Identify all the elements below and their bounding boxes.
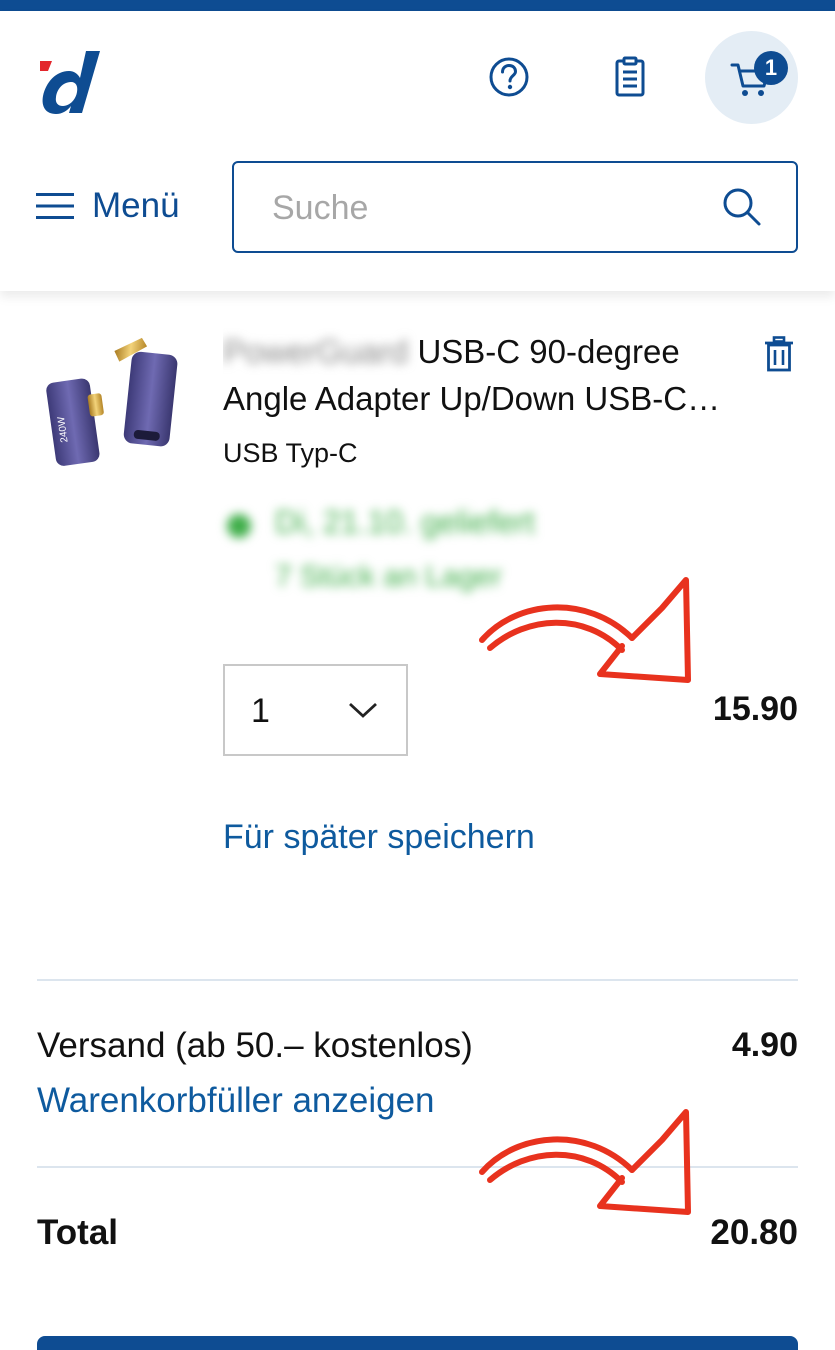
shipping-label: Versand (ab 50.– kostenlos) [37, 1026, 473, 1065]
search-box [232, 161, 798, 253]
help-icon[interactable] [487, 55, 531, 99]
clipboard-list-icon[interactable] [608, 55, 652, 99]
delivery-date: Di, 21.10. geliefert [275, 504, 535, 540]
item-price: 15.90 [712, 690, 798, 728]
quantity-select[interactable]: 1 [223, 664, 408, 756]
cart-button[interactable]: 1 [705, 31, 798, 124]
menu-button[interactable]: Menü [36, 186, 180, 226]
cart-count-badge: 1 [754, 51, 788, 85]
annotation-arrow [479, 577, 691, 683]
top-accent-bar [0, 0, 835, 11]
trash-icon[interactable] [763, 336, 795, 372]
menu-label: Menü [92, 186, 180, 225]
quantity-value: 1 [251, 692, 270, 730]
hamburger-icon [36, 193, 74, 219]
total-label: Total [37, 1213, 119, 1252]
search-input[interactable] [272, 183, 702, 233]
total-value: 20.80 [710, 1213, 798, 1252]
product-image[interactable]: 240W [40, 335, 190, 475]
annotation-arrow [479, 1109, 691, 1215]
site-header: 1 Menü [0, 11, 835, 291]
product-brand: PowerGuard [223, 333, 409, 370]
save-for-later-link[interactable]: Für später speichern [223, 818, 535, 857]
product-title[interactable]: PowerGuard USB-C 90-degree Angle Adapter… [223, 328, 733, 422]
divider [37, 1166, 798, 1168]
chevron-down-icon [349, 702, 377, 718]
stock-count: 7 Stück an Lager [275, 560, 502, 593]
divider [37, 979, 798, 981]
shipping-value: 4.90 [731, 1026, 798, 1064]
stock-status-dot [227, 514, 251, 538]
digitec-logo[interactable] [36, 49, 102, 115]
checkout-button[interactable] [37, 1336, 798, 1350]
cart-filler-link[interactable]: Warenkorbfüller anzeigen [37, 1081, 435, 1121]
search-icon[interactable] [720, 185, 764, 229]
product-subtype: USB Typ-C [223, 438, 358, 468]
